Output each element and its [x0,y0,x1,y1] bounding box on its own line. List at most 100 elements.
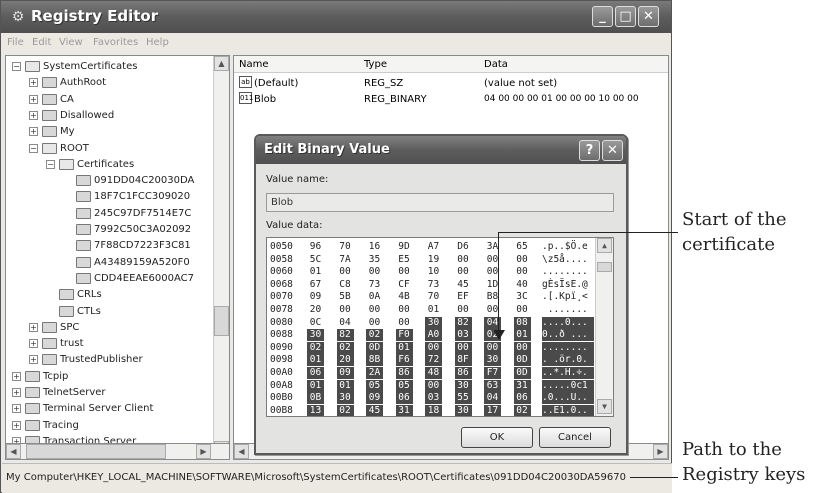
hex-byte[interactable]: 04 [337,317,354,329]
cancel-button[interactable]: Cancel [539,427,611,448]
hex-byte[interactable]: 02 [336,404,354,416]
hex-byte[interactable]: 5B [337,291,354,303]
hex-byte[interactable]: 00 [454,341,472,354]
hex-byte[interactable]: 73 [425,279,442,291]
hex-row[interactable]: 00A8 01 01 05 05 00 30 63 31 .....0c1 [267,379,594,392]
hex-byte[interactable]: 08 [513,316,531,329]
hex-byte[interactable]: 72 [425,354,442,367]
hex-byte[interactable]: 30 [425,316,442,329]
hex-byte[interactable]: 06 [307,367,324,379]
hex-byte[interactable]: 00 [513,341,531,354]
expand-icon[interactable]: + [12,388,21,397]
hex-byte[interactable]: 7A [337,254,354,266]
ok-button[interactable]: OK [461,427,533,448]
hex-byte[interactable]: 09 [307,291,324,303]
hex-byte[interactable]: 45 [366,404,383,416]
hex-byte[interactable]: 02 [513,404,531,416]
hex-byte[interactable]: 01 [395,341,413,354]
hex-byte[interactable]: 40 [514,279,531,291]
hex-byte[interactable]: 17 [484,404,501,416]
hex-byte[interactable]: 55 [454,392,472,405]
tree-item[interactable]: CDD4EEAE6000AC7 [6,271,211,286]
hex-byte[interactable]: 00 [455,304,472,316]
hex-byte[interactable]: 65 [514,241,531,253]
collapse-icon[interactable]: − [12,62,21,71]
column-header-name[interactable]: Name [239,59,269,70]
expand-icon[interactable]: + [12,371,21,381]
scroll-left-icon[interactable]: ◀ [234,444,249,459]
hex-byte[interactable]: 0D [366,341,383,354]
hex-byte[interactable]: 00 [425,341,442,354]
scroll-thumb[interactable] [26,444,166,459]
hex-byte[interactable]: 20 [307,304,324,316]
hex-byte[interactable]: 86 [395,367,413,379]
hex-byte[interactable]: 00 [484,341,501,354]
hex-byte[interactable]: 0A [366,291,383,303]
value-data-hex-editor[interactable]: 0050 96 70 16 9D A7 D6 3A 65 .p..$Ö.e 0058 5C 7A 35 E5… [266,237,614,417]
hex-byte[interactable]: 31 [513,379,531,392]
hex-byte[interactable]: 20 [336,354,354,367]
hex-byte[interactable]: 3C [514,291,531,303]
tree-item[interactable]: CRLs [6,287,211,302]
hex-byte[interactable]: 16 [366,241,383,253]
hex-byte[interactable]: 0D [513,354,531,367]
hex-byte[interactable]: 63 [484,379,501,392]
title-bar[interactable]: ⚙ Registry Editor _ □ ✕ [1,1,671,33]
hex-byte[interactable]: 00 [396,266,413,278]
hex-byte[interactable]: E5 [396,254,413,266]
tree-item[interactable]: + Tcpip [6,369,211,384]
hex-row[interactable]: 0090 02 02 0D 01 00 00 00 00........ [267,341,594,354]
tree-item[interactable]: + CA [6,92,211,107]
tree-item[interactable]: + Tracing [6,418,211,433]
hex-byte[interactable]: 02 [366,329,383,342]
hex-byte[interactable]: F0 [395,329,413,342]
scroll-down-icon[interactable]: ▼ [597,399,612,414]
expand-icon[interactable]: + [12,420,21,430]
dialog-title-bar[interactable]: Edit Binary Value ? ✕ [256,136,626,164]
hex-row[interactable]: 0060 01 00 00 00 10 00 00 00........ [267,266,593,278]
hex-byte[interactable]: 02 [307,341,324,354]
hex-row[interactable]: 0068 67 C8 73 CF 73 45 1D 40 gÈsÏsE.@ [267,279,593,291]
menu-favorites[interactable]: Favorites [93,37,138,48]
hex-byte[interactable]: 2A [366,367,383,379]
tree-item[interactable]: + My [6,124,211,139]
hex-byte[interactable]: 19 [425,254,442,266]
hex-byte[interactable]: 00 [337,304,354,316]
hex-byte[interactable]: C8 [337,279,354,291]
hex-byte[interactable]: 8F [454,354,472,367]
hex-byte[interactable]: 00 [366,304,383,316]
expand-icon[interactable]: + [29,94,38,104]
tree-item[interactable]: 091DD04C20030DA [6,173,211,188]
minimize-button[interactable]: _ [592,6,613,27]
hex-vertical-scrollbar[interactable]: ▲ ▼ [595,238,613,416]
tree-horizontal-scrollbar[interactable]: ◀ ▶ [5,443,230,460]
hex-byte[interactable]: 13 [307,404,324,416]
expand-icon[interactable]: + [29,110,38,120]
tree-item[interactable]: CTLs [6,304,211,319]
tree-item[interactable]: − Certificates [6,157,211,172]
tree-item[interactable]: 245C97DF7514E7C [6,206,211,221]
hex-byte[interactable]: 70 [337,241,354,253]
column-header-data[interactable]: Data [484,59,508,70]
hex-byte[interactable]: 0C [307,317,324,329]
hex-byte[interactable]: 05 [366,379,383,392]
hex-byte[interactable]: 30 [454,379,472,392]
hex-byte[interactable]: 00 [366,266,383,278]
hex-row[interactable]: 00B0 0B 30 09 06 03 55 04 06 .0...U.. [267,392,594,405]
hex-byte[interactable]: 00 [514,266,531,278]
hex-byte[interactable]: A0 [425,329,442,342]
hex-byte[interactable]: 01 [425,304,442,316]
hex-byte[interactable]: 18 [425,404,442,416]
hex-row[interactable]: 0070 09 5B 0A 4B 70 EF B8 3C .[.Kpï¸< [267,291,593,303]
scroll-up-icon[interactable]: ▲ [214,56,229,71]
hex-byte[interactable]: 09 [336,367,354,379]
hex-byte[interactable]: 02 [336,341,354,354]
hex-byte[interactable]: F6 [395,354,413,367]
hex-byte[interactable]: 00 [514,254,531,266]
scroll-up-icon[interactable]: ▲ [597,238,612,253]
list-row[interactable]: ab (Default) REG_SZ (value not set) [234,76,668,91]
hex-byte[interactable]: 5C [307,254,324,266]
scroll-right-icon[interactable]: ▶ [653,444,668,459]
hex-byte[interactable]: 4B [396,291,413,303]
hex-byte[interactable]: 00 [514,304,531,316]
